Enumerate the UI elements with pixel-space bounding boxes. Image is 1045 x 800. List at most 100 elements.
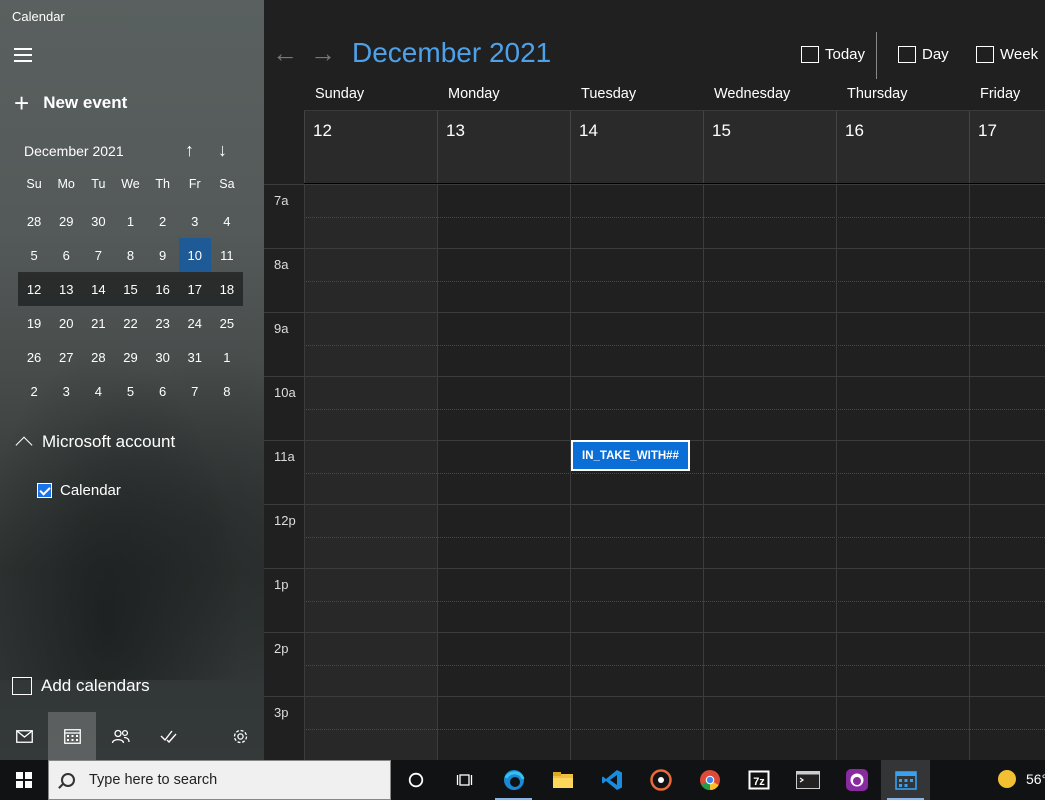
hour-label: 7a (274, 193, 289, 208)
arrow-down-icon[interactable]: ↓ (218, 140, 227, 161)
day-number-cell[interactable]: 14 (570, 111, 703, 183)
people-icon[interactable] (96, 712, 144, 760)
day-number-cell[interactable]: 17 (969, 111, 1045, 183)
mini-calendar-day[interactable]: 4 (211, 204, 243, 238)
calendar-checkbox-item[interactable]: Calendar (37, 482, 121, 499)
day-header-thursday: Thursday (847, 86, 908, 102)
today-button[interactable]: Today (801, 46, 865, 63)
mini-calendar-today[interactable]: 10 (178, 238, 211, 272)
mini-calendar-day[interactable]: 6 (50, 238, 82, 272)
mini-calendar-day[interactable]: 2 (18, 374, 50, 408)
previous-arrow-icon[interactable]: ← (272, 38, 298, 69)
mini-calendar-day[interactable]: 22 (114, 306, 146, 340)
mini-calendar-day[interactable]: 26 (18, 340, 50, 374)
hour-row: 12p (264, 504, 1045, 568)
mini-calendar-day[interactable]: 23 (147, 306, 179, 340)
calendar-checkbox[interactable] (37, 483, 52, 498)
hamburger-menu-icon[interactable] (14, 48, 32, 62)
mini-calendar-day[interactable]: 1 (211, 340, 243, 374)
mini-calendar-day[interactable]: 7 (82, 238, 114, 272)
calendar-event[interactable]: IN_TAKE_WITH## (571, 440, 690, 471)
chrome-icon[interactable] (685, 760, 734, 800)
mini-calendar-day[interactable]: 17 (179, 272, 211, 306)
mini-calendar-day[interactable]: 2 (147, 204, 179, 238)
start-button[interactable] (0, 760, 48, 800)
mini-calendar: Su Mo Tu We Th Fr Sa 28 29 30 1 2 3 4 5 … (18, 170, 243, 408)
mini-calendar-day[interactable]: 30 (147, 340, 179, 374)
weekday-label: Su (26, 177, 42, 191)
mini-calendar-selected-week: 12 13 14 15 16 17 18 (18, 272, 243, 306)
day-number-cell[interactable]: 16 (836, 111, 969, 183)
settings-gear-icon[interactable] (216, 712, 264, 760)
mini-calendar-week: 26 27 28 29 30 31 1 (18, 340, 243, 374)
7zip-icon[interactable]: 7z (734, 760, 783, 800)
mini-calendar-day[interactable]: 19 (18, 306, 50, 340)
mini-calendar-day[interactable]: 27 (50, 340, 82, 374)
mini-calendar-day[interactable]: 20 (50, 306, 82, 340)
hour-label: 12p (274, 513, 296, 528)
week-view-button[interactable]: Week (976, 46, 1038, 63)
add-calendars-button[interactable]: Add calendars (12, 676, 150, 696)
month-title[interactable]: December 2021 (352, 37, 551, 69)
column-divider (570, 184, 571, 760)
day-number-cell[interactable]: 15 (703, 111, 836, 183)
day-number-cell[interactable]: 13 (437, 111, 570, 183)
add-calendar-icon (12, 677, 32, 695)
mini-calendar-day[interactable]: 18 (211, 272, 243, 306)
media-player-icon[interactable] (636, 760, 685, 800)
mini-calendar-day[interactable]: 29 (50, 204, 82, 238)
mini-calendar-day[interactable]: 6 (147, 374, 179, 408)
mini-calendar-day[interactable]: 28 (82, 340, 114, 374)
mini-calendar-day[interactable]: 13 (50, 272, 82, 306)
microsoft-account-toggle[interactable]: Microsoft account (14, 432, 176, 454)
mini-calendar-day[interactable]: 3 (50, 374, 82, 408)
search-placeholder: Type here to search (89, 772, 218, 788)
mini-calendar-month[interactable]: December 2021 (24, 143, 124, 159)
mini-calendar-day[interactable]: 25 (211, 306, 243, 340)
calendar-icon[interactable] (48, 712, 96, 760)
hour-row: 2p (264, 632, 1045, 696)
mini-calendar-day[interactable]: 31 (179, 340, 211, 374)
cortana-icon[interactable] (391, 760, 440, 800)
mini-calendar-day[interactable]: 5 (114, 374, 146, 408)
mini-calendar-day[interactable]: 4 (82, 374, 114, 408)
account-label: Microsoft account (42, 432, 176, 451)
mini-calendar-day[interactable]: 12 (18, 272, 50, 306)
todo-icon[interactable] (144, 712, 192, 760)
mini-calendar-day[interactable]: 28 (18, 204, 50, 238)
mini-calendar-day[interactable]: 3 (179, 204, 211, 238)
arrow-up-icon[interactable]: ↑ (185, 140, 194, 161)
mini-calendar-day[interactable]: 8 (211, 374, 243, 408)
vscode-icon[interactable] (587, 760, 636, 800)
taskbar-search-box[interactable]: Type here to search (48, 760, 391, 800)
mini-calendar-day[interactable]: 7 (179, 374, 211, 408)
day-view-icon (898, 46, 916, 63)
mini-calendar-day[interactable]: 11 (211, 238, 243, 272)
mini-calendar-day[interactable]: 5 (18, 238, 50, 272)
edge-browser-icon[interactable] (489, 760, 538, 800)
mini-calendar-day[interactable]: 9 (147, 238, 179, 272)
mini-calendar-day[interactable]: 21 (82, 306, 114, 340)
weather-widget[interactable]: 56° (998, 770, 1045, 788)
calendar-app-taskbar-icon[interactable] (881, 760, 930, 800)
task-view-icon[interactable] (440, 760, 489, 800)
windows-logo-icon (16, 772, 32, 788)
mini-calendar-day[interactable]: 16 (147, 272, 179, 306)
mini-calendar-day[interactable]: 29 (114, 340, 146, 374)
day-view-button[interactable]: Day (898, 46, 949, 63)
terminal-icon[interactable] (783, 760, 832, 800)
github-desktop-icon[interactable] (832, 760, 881, 800)
mini-calendar-day[interactable]: 14 (82, 272, 114, 306)
mini-calendar-day[interactable]: 24 (179, 306, 211, 340)
mini-calendar-day[interactable]: 1 (114, 204, 146, 238)
column-divider (969, 184, 970, 760)
next-arrow-icon[interactable]: → (310, 38, 336, 69)
file-explorer-icon[interactable] (538, 760, 587, 800)
new-event-button[interactable]: + New event (14, 90, 127, 116)
mini-calendar-day[interactable]: 8 (114, 238, 146, 272)
day-number-cell[interactable]: 12 (304, 111, 437, 183)
mini-calendar-day[interactable]: 15 (114, 272, 146, 306)
mail-icon[interactable] (0, 712, 48, 760)
time-grid[interactable]: 7a 8a 9a 10a 11a 12p 1p 2p 3p IN_TAKE_WI… (264, 184, 1045, 760)
mini-calendar-day[interactable]: 30 (82, 204, 114, 238)
